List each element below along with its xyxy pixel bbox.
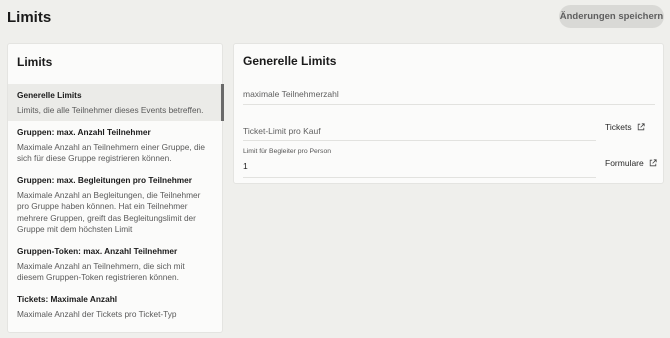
companion-limit-value: 1 — [243, 161, 248, 171]
nav-item-gruppen-max-teilnehmer[interactable]: Gruppen: max. Anzahl Teilnehmer Maximale… — [8, 121, 224, 169]
forms-link-label: Formulare — [605, 158, 644, 168]
nav-item-description: Maximale Anzahl an Teilnehmern einer Gru… — [17, 141, 206, 164]
nav-item-description: Limits, die alle Teilnehmer dieses Event… — [17, 105, 204, 115]
nav-card-title: Limits — [17, 55, 53, 69]
nav-item-description: Maximale Anzahl an Begleitungen, die Tei… — [17, 189, 201, 235]
nav-item-description: Maximale Anzahl der Tickets pro Ticket-T… — [17, 308, 177, 319]
general-limits-card: Generelle Limits maximale Teilnehmerzahl… — [233, 43, 664, 184]
limits-nav-list: Generelle Limits Limits, die alle Teilne… — [8, 84, 224, 324]
nav-item-tickets-max[interactable]: Tickets: Maximale Anzahl Maximale Anzahl… — [8, 288, 224, 325]
nav-item-description: Maximale Anzahl an Teilnehmern, die sich… — [17, 260, 185, 283]
nav-item-gruppen-max-begleitungen[interactable]: Gruppen: max. Begleitungen pro Teilnehme… — [8, 169, 224, 240]
nav-item-title: Gruppen: max. Begleitungen pro Teilnehme… — [17, 174, 193, 185]
tickets-link-label: Tickets — [605, 122, 632, 132]
section-title: Generelle Limits — [243, 54, 337, 68]
external-link-icon — [637, 123, 645, 131]
companion-limit-label: Limit für Begleiter pro Person — [243, 148, 332, 155]
external-link-icon — [649, 159, 657, 167]
nav-item-title: Tickets: Maximale Anzahl — [17, 293, 118, 304]
nav-item-gruppen-token[interactable]: Gruppen-Token: max. Anzahl Teilnehmer Ma… — [8, 240, 224, 288]
nav-item-generelle-limits[interactable]: Generelle Limits Limits, die alle Teilne… — [8, 84, 224, 121]
max-participants-placeholder: maximale Teilnehmerzahl — [243, 89, 339, 99]
forms-link[interactable]: Formulare — [605, 158, 657, 168]
tickets-link[interactable]: Tickets — [605, 122, 645, 132]
ticket-limit-field[interactable]: Ticket-Limit pro Kauf — [243, 126, 596, 141]
nav-item-title: Generelle Limits — [17, 90, 82, 100]
limits-nav-card: Limits Generelle Limits Limits, die alle… — [7, 43, 224, 333]
save-changes-button[interactable]: Änderungen speichern — [559, 5, 664, 28]
companion-limit-field[interactable]: Limit für Begleiter pro Person 1 — [243, 148, 596, 178]
max-participants-field[interactable]: maximale Teilnehmerzahl — [243, 89, 655, 105]
nav-item-title: Gruppen-Token: max. Anzahl Teilnehmer — [17, 245, 178, 256]
nav-item-title: Gruppen: max. Anzahl Teilnehmer — [17, 126, 151, 137]
page-title: Limits — [7, 9, 52, 26]
ticket-limit-placeholder: Ticket-Limit pro Kauf — [243, 126, 321, 136]
